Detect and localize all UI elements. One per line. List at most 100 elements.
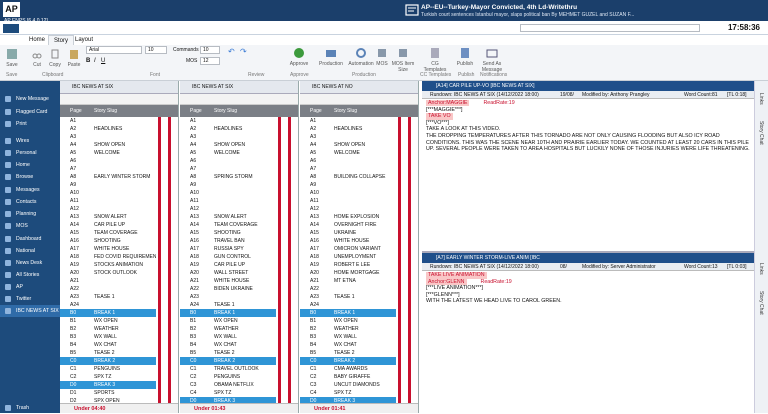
mos-size-select[interactable]: 12: [200, 57, 220, 65]
table-row[interactable]: C2 PENGUINS: [180, 373, 276, 381]
column-header-page[interactable]: Page: [310, 105, 322, 117]
table-row[interactable]: B0 BREAK 1: [300, 309, 396, 317]
table-row[interactable]: A8 SPRING STORM: [180, 173, 276, 181]
story-chat-tab-2[interactable]: Story Chat: [758, 291, 764, 315]
table-row[interactable]: A18 GUN CONTROL: [180, 253, 276, 261]
table-row[interactable]: B4 WX CHAT: [180, 341, 276, 349]
table-row[interactable]: C0 BREAK 2: [60, 357, 156, 365]
table-row[interactable]: A4 SHOW OPEN: [300, 141, 396, 149]
table-row[interactable]: A3: [300, 133, 396, 141]
save-button[interactable]: Save: [4, 48, 20, 68]
rundown-tab[interactable]: IBC NEWS AT SIX: [60, 81, 178, 94]
table-row[interactable]: A20 STOCK OUTLOOK: [60, 269, 156, 277]
table-row[interactable]: A2 HEADLINES: [180, 125, 276, 133]
table-row[interactable]: A6: [60, 157, 156, 165]
nav-item-wires[interactable]: Wires: [0, 135, 60, 147]
table-row[interactable]: A22 BIDEN UKRAINE: [180, 285, 276, 293]
table-row[interactable]: B2 WEATHER: [60, 325, 156, 333]
tab-layout[interactable]: Layout: [70, 35, 98, 45]
table-row[interactable]: A10: [60, 189, 156, 197]
table-row[interactable]: C3 UNCUT DIAMONDS: [300, 381, 396, 389]
table-row[interactable]: A9: [300, 181, 396, 189]
table-row[interactable]: A7: [180, 165, 276, 173]
table-row[interactable]: A6: [180, 157, 276, 165]
table-row[interactable]: B2 WEATHER: [180, 325, 276, 333]
publish-button[interactable]: Publish: [455, 47, 475, 67]
links-tab[interactable]: Links: [758, 93, 764, 105]
nav-item-planning[interactable]: Planning: [0, 208, 60, 220]
table-row[interactable]: A3: [60, 133, 156, 141]
commands-size-select[interactable]: 10: [200, 46, 220, 54]
tab-home[interactable]: Home: [24, 35, 50, 45]
alert-headline[interactable]: AP--EU--Turkey-Mayor Convicted, 4th Ld-W…: [421, 4, 577, 11]
nav-item-ap[interactable]: AP: [0, 281, 60, 293]
table-row[interactable]: A7: [300, 165, 396, 173]
table-row[interactable]: A14 CAR PILE UP: [60, 221, 156, 229]
table-row[interactable]: C4 SPX TZ: [300, 389, 396, 397]
font-size-select[interactable]: 10: [145, 46, 167, 54]
table-row[interactable]: A20 HOME MORTGAGE: [300, 269, 396, 277]
nav-item-ibc-news-at-six[interactable]: IBC NEWS AT SIX: [0, 305, 60, 317]
rundown-tab[interactable]: IBC NEWS AT NO: [300, 81, 418, 94]
table-row[interactable]: B5 TEASE 2: [300, 349, 396, 357]
table-row[interactable]: A13 HOME EXPLOSION: [300, 213, 396, 221]
table-row[interactable]: A23 TEASE 1: [60, 293, 156, 301]
approve-button[interactable]: Approve: [288, 47, 310, 67]
table-row[interactable]: A17 OMICRON VARIANT: [300, 245, 396, 253]
table-row[interactable]: A18 UNEMPLOYMENT: [300, 253, 396, 261]
table-row[interactable]: A12: [180, 205, 276, 213]
table-row[interactable]: B4 WX CHAT: [300, 341, 396, 349]
table-row[interactable]: A19 CAR PILE UP: [180, 261, 276, 269]
table-row[interactable]: A21 MT ETNA: [300, 277, 396, 285]
send-as-message-button[interactable]: Send As Message: [478, 47, 506, 73]
undo-icon[interactable]: ↶: [228, 47, 235, 56]
nav-item-contacts[interactable]: Contacts: [0, 196, 60, 208]
table-row[interactable]: A18 FED COVID REQUIREMENTS: [60, 253, 156, 261]
table-row[interactable]: B1 WX OPEN: [180, 317, 276, 325]
table-row[interactable]: A6: [300, 157, 396, 165]
table-row[interactable]: A15 UKRAINE: [300, 229, 396, 237]
table-row[interactable]: B0 BREAK 1: [60, 309, 156, 317]
table-row[interactable]: A15 TEAM COVERAGE: [60, 229, 156, 237]
automation-button[interactable]: Automation: [347, 47, 375, 67]
table-row[interactable]: A14 TEAM COVERAGE: [180, 221, 276, 229]
table-row[interactable]: A13 SNOW ALERT: [60, 213, 156, 221]
copy-button[interactable]: Copy: [47, 48, 63, 68]
table-row[interactable]: C1 PENGUINS: [60, 365, 156, 373]
table-row[interactable]: A17 RUSSIA SPY: [180, 245, 276, 253]
table-row[interactable]: A14 OVERNIGHT FIRE: [300, 221, 396, 229]
nav-item-mos[interactable]: MOS: [0, 220, 60, 232]
paste-button[interactable]: Paste: [66, 48, 82, 68]
table-row[interactable]: A13 SNOW ALERT: [180, 213, 276, 221]
underline-button[interactable]: U: [101, 58, 105, 64]
nav-item-messages[interactable]: Messages: [0, 184, 60, 196]
table-row[interactable]: B3 WX WALL: [300, 333, 396, 341]
table-row[interactable]: A8 BUILDING COLLAPSE: [300, 173, 396, 181]
table-row[interactable]: A11: [60, 197, 156, 205]
table-row[interactable]: B1 WX OPEN: [300, 317, 396, 325]
table-row[interactable]: A7: [60, 165, 156, 173]
table-row[interactable]: B5 TEASE 2: [60, 349, 156, 357]
story-text-area[interactable]: Anchor:MAGGIE ReadRate:19 [***MAGGIE***] TA…: [422, 99, 754, 154]
mos-item-size-button[interactable]: MOS Item Size: [390, 47, 416, 73]
table-row[interactable]: B0 BREAK 1: [180, 309, 276, 317]
table-row[interactable]: A5 WELCOME: [60, 149, 156, 157]
table-row[interactable]: C0 BREAK 2: [180, 357, 276, 365]
story-chat-tab[interactable]: Story Chat: [758, 121, 764, 145]
table-row[interactable]: A1: [300, 117, 396, 125]
nav-item-home[interactable]: Home: [0, 159, 60, 171]
table-row[interactable]: B1 WX OPEN: [60, 317, 156, 325]
redo-icon[interactable]: ↷: [240, 47, 247, 56]
cg-templates-button[interactable]: CG Templates: [420, 47, 450, 73]
rundown-tab[interactable]: IBC NEWS AT SIX: [180, 81, 298, 94]
table-row[interactable]: C3 OBAMA NETFLIX: [180, 381, 276, 389]
table-row[interactable]: A15 SHOOTING: [180, 229, 276, 237]
table-row[interactable]: B3 WX WALL: [60, 333, 156, 341]
mos-button[interactable]: MOS: [374, 47, 390, 67]
table-row[interactable]: A8 EARLY WINTER STORM: [60, 173, 156, 181]
nav-item-browse[interactable]: Browse: [0, 171, 60, 183]
table-row[interactable]: A24 TEASE 1: [180, 301, 276, 309]
table-row[interactable]: C1 CMA AWARDS: [300, 365, 396, 373]
nav-item-national[interactable]: National: [0, 245, 60, 257]
production-button[interactable]: Production: [316, 47, 346, 67]
